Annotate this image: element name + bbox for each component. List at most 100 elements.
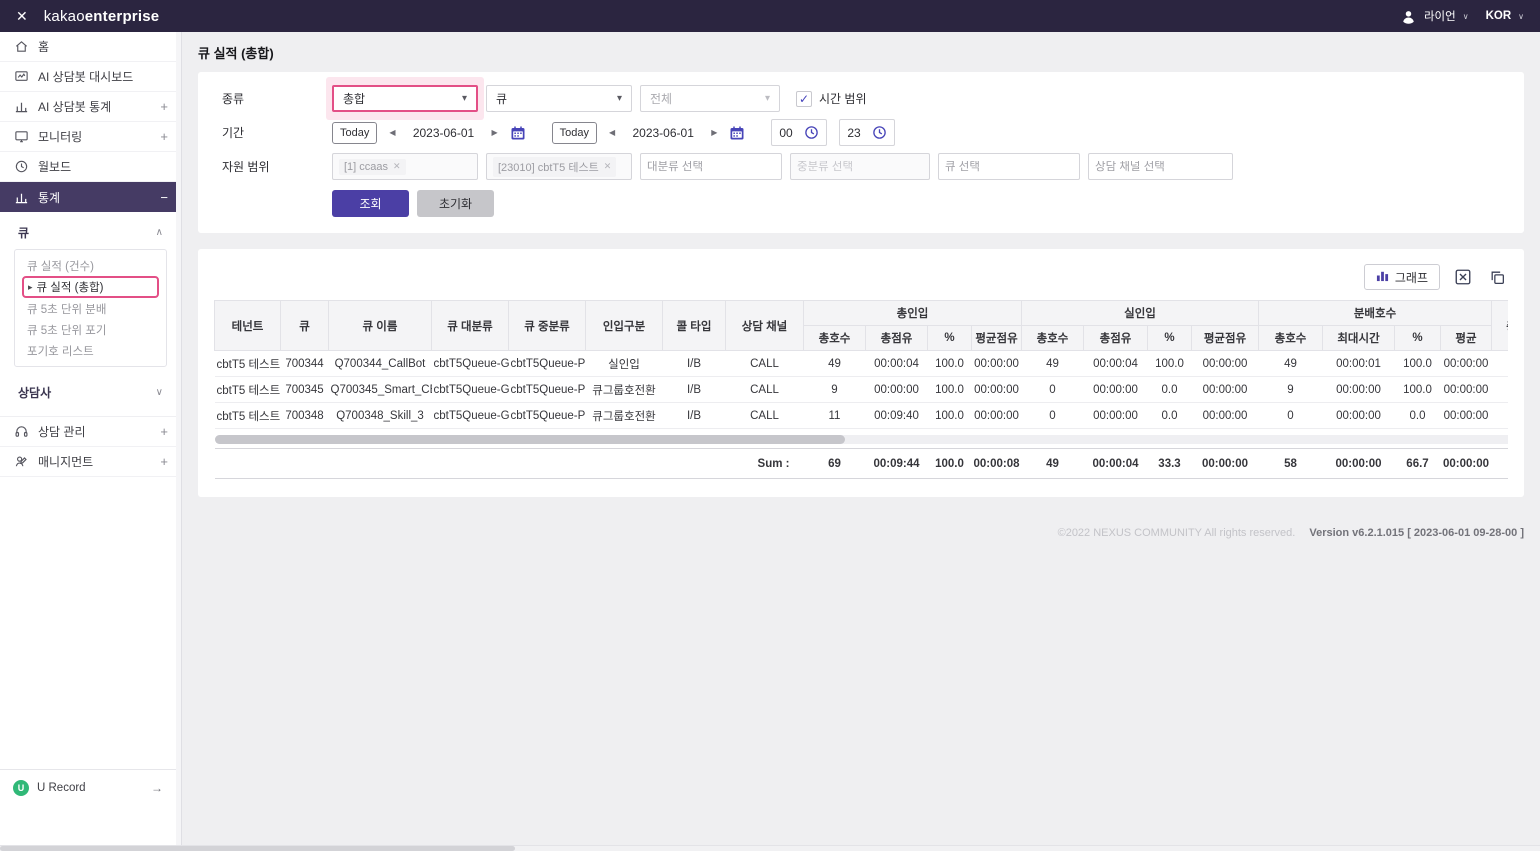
sidebar-scrollbar[interactable]: [176, 32, 181, 845]
sidebar-item-ai-stats[interactable]: AI 상담봇 통계 +: [0, 92, 181, 122]
results-toolbar: 그래프: [214, 249, 1508, 300]
channel-input[interactable]: [1088, 153, 1233, 180]
subcategory-input[interactable]: [790, 153, 930, 180]
plus-icon[interactable]: +: [160, 454, 168, 469]
excel-export-icon[interactable]: [1452, 266, 1474, 288]
remove-tag-icon[interactable]: ✕: [604, 161, 612, 172]
sidebar-item-home[interactable]: 홈: [0, 32, 181, 62]
filter-label-resource: 자원 범위: [222, 158, 332, 175]
end-hour-field[interactable]: 23: [839, 119, 895, 146]
topbar: ✕ kakaoenterprise 라이언 ∨ KOR ∨: [0, 0, 1540, 32]
table-cell: 9: [804, 377, 866, 403]
sidebar-item-management[interactable]: 매니지먼트 +: [0, 447, 181, 477]
sum-cell: 33.3: [1148, 449, 1192, 479]
today-button-end[interactable]: Today: [552, 122, 597, 144]
calendar-icon[interactable]: [729, 125, 745, 141]
dashboard-icon: [13, 69, 29, 84]
plus-icon[interactable]: +: [160, 129, 168, 144]
hscrollbar-thumb[interactable]: [215, 435, 845, 444]
group-label: 상담사: [18, 384, 51, 401]
type-select[interactable]: 총합 ▾: [332, 85, 478, 112]
close-icon[interactable]: ✕: [16, 9, 28, 23]
page-hscrollbar-thumb[interactable]: [0, 846, 515, 851]
stats-icon: [13, 190, 29, 205]
end-date-value[interactable]: 2023-06-01: [627, 126, 699, 140]
sum-cell: 100.0: [928, 449, 972, 479]
category-field[interactable]: [647, 161, 775, 173]
submenu-item-label: 포기호 리스트: [27, 343, 94, 359]
table-cell: CALL: [726, 377, 804, 403]
time-range-checkbox[interactable]: ✓ 시간 범위: [796, 90, 867, 107]
tenant-tag-input[interactable]: [1] ccaas ✕: [332, 153, 478, 180]
category-input[interactable]: [640, 153, 782, 180]
col-header: 큐 이름: [329, 301, 432, 351]
service-tag-input[interactable]: [23010] cbtT5 테스트 ✕: [486, 153, 632, 180]
start-date-value[interactable]: 2023-06-01: [408, 126, 480, 140]
graph-button[interactable]: 그래프: [1364, 264, 1440, 290]
submenu-group-agent[interactable]: 상담사 ∨: [12, 377, 169, 408]
wallboard-icon: [13, 159, 29, 174]
table-cell: 00:00:00: [1441, 351, 1492, 377]
minus-icon[interactable]: −: [160, 190, 168, 205]
calendar-icon[interactable]: [510, 125, 526, 141]
prev-day-icon[interactable]: ◀: [387, 128, 397, 137]
filter-label-period: 기간: [222, 124, 332, 141]
prev-day-icon[interactable]: ◀: [607, 128, 617, 137]
submenu-item-queue-count[interactable]: 큐 실적 (건수): [15, 255, 166, 276]
submenu-item-queue-5s-dist[interactable]: 큐 5초 단위 분배: [15, 298, 166, 319]
language-selector[interactable]: KOR: [1486, 10, 1512, 22]
sum-cell: 00:00:08: [972, 449, 1022, 479]
sum-cell: 00:09:44: [866, 449, 928, 479]
scope-select-value: 전체: [650, 90, 672, 107]
table-cell: CALL: [726, 351, 804, 377]
table-cell: 큐그룹호전환: [586, 377, 663, 403]
language-chevron-icon[interactable]: ∨: [1518, 12, 1524, 21]
group-header-distributed: 분배호수: [1259, 301, 1492, 326]
table-row[interactable]: cbtT5 테스트 700348 Q700348_Skill_3 cbtT5Qu…: [215, 403, 1509, 429]
col-header: 인입구분: [586, 301, 663, 351]
arrow-right-icon[interactable]: →: [151, 781, 163, 795]
sidebar-item-wallboard[interactable]: 월보드: [0, 152, 181, 182]
table-cell: cbtT5 테스트: [215, 377, 281, 403]
start-hour-value: 00: [779, 126, 792, 140]
scope-select[interactable]: 전체 ▾: [640, 85, 780, 112]
user-chevron-icon[interactable]: ∨: [1463, 12, 1469, 21]
submenu-group-queue[interactable]: 큐 ∧: [12, 217, 169, 248]
today-button-start[interactable]: Today: [332, 122, 377, 144]
table-cell: 00:00:04: [1084, 351, 1148, 377]
search-button[interactable]: 조회: [332, 190, 409, 217]
submenu-item-queue-5s-abandon[interactable]: 큐 5초 단위 포기: [15, 319, 166, 340]
stats-submenu: 큐 ∧ 큐 실적 (건수) ▸ 큐 실적 (총합) 큐 5초 단위 분배 큐 5…: [0, 212, 181, 417]
hscrollbar-track[interactable]: [215, 435, 1509, 444]
next-day-icon[interactable]: ▶: [709, 128, 719, 137]
table-row[interactable]: cbtT5 테스트 700344 Q700344_CallBot cbtT5Qu…: [215, 351, 1509, 377]
sidebar-item-stats[interactable]: 통계 −: [0, 182, 181, 212]
sub-header: 총호수: [1259, 326, 1323, 351]
submenu-item-abandon-list[interactable]: 포기호 리스트: [15, 340, 166, 361]
page-hscrollbar[interactable]: [0, 845, 1540, 851]
copy-icon[interactable]: [1486, 266, 1508, 288]
sidebar-item-counsel-mgmt[interactable]: 상담 관리 +: [0, 417, 181, 447]
dimension-select[interactable]: 큐 ▾: [486, 85, 632, 112]
next-day-icon[interactable]: ▶: [490, 128, 500, 137]
table-row[interactable]: cbtT5 테스트 700345 Q700345_Smart_CB cbtT5Q…: [215, 377, 1509, 403]
u-record-link[interactable]: U U Record →: [0, 769, 176, 805]
table-cell: 100.0: [1395, 351, 1441, 377]
start-hour-field[interactable]: 00: [771, 119, 827, 146]
table-cell: 큐그룹호전환: [586, 403, 663, 429]
plus-icon[interactable]: +: [160, 424, 168, 439]
queue-input[interactable]: [938, 153, 1080, 180]
channel-field[interactable]: [1095, 161, 1226, 173]
sum-cell: 66.7: [1395, 449, 1441, 479]
sidebar-item-monitoring[interactable]: 모니터링 +: [0, 122, 181, 152]
table-cell: 00:00:00: [1192, 403, 1259, 429]
plus-icon[interactable]: +: [160, 99, 168, 114]
remove-tag-icon[interactable]: ✕: [393, 161, 401, 172]
submenu-item-queue-total[interactable]: ▸ 큐 실적 (총합): [22, 276, 159, 298]
sidebar-item-ai-dashboard[interactable]: AI 상담봇 대시보드: [0, 62, 181, 92]
user-name[interactable]: 라이언: [1424, 8, 1456, 24]
u-record-icon: U: [13, 780, 29, 796]
reset-button[interactable]: 초기화: [417, 190, 494, 217]
table-cell: cbtT5Queue-G: [432, 351, 509, 377]
queue-field[interactable]: [945, 161, 1073, 173]
